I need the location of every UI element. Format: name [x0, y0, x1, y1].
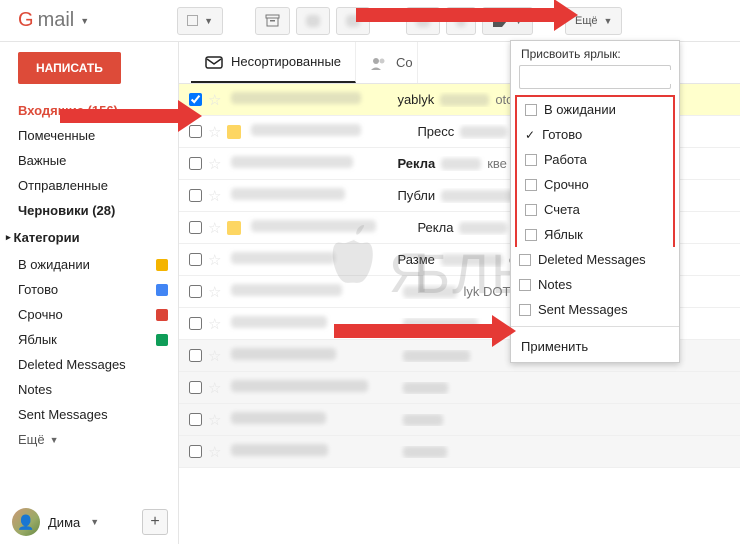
- row-checkbox[interactable]: [189, 445, 202, 458]
- label-swatch: [227, 221, 241, 235]
- menu-title: Присвоить ярлык:: [511, 45, 679, 65]
- star-icon[interactable]: ☆: [208, 91, 221, 109]
- chevron-down-icon[interactable]: ▼: [80, 16, 89, 26]
- check-icon: ✓: [525, 128, 535, 142]
- label-swatch: [156, 284, 168, 296]
- checkbox-icon: [525, 154, 537, 166]
- label-item[interactable]: Sent Messages: [0, 402, 178, 427]
- row-checkbox[interactable]: [189, 157, 202, 170]
- label-option[interactable]: Notes: [511, 272, 679, 297]
- label-swatch: [156, 334, 168, 346]
- star-icon[interactable]: ☆: [208, 251, 221, 269]
- label-item[interactable]: Срочно: [0, 302, 178, 327]
- user-name: Дима: [48, 515, 80, 530]
- categories-header[interactable]: ▸Категории: [0, 223, 178, 252]
- nav-item[interactable]: Черновики (28): [0, 198, 178, 223]
- label-item[interactable]: В ожидании: [0, 252, 178, 277]
- user-row: 👤 Дима ▼ +: [12, 508, 168, 536]
- checkbox-icon: [525, 104, 537, 116]
- people-icon: [370, 56, 388, 70]
- more-labels[interactable]: Ещё▼: [0, 427, 178, 452]
- labels-menu: Присвоить ярлык: В ожидании✓ГотовоРабота…: [510, 40, 680, 363]
- checkbox-icon: [525, 179, 537, 191]
- checkbox-icon: [519, 279, 531, 291]
- label-option[interactable]: ✓Готово: [517, 122, 673, 147]
- label-item[interactable]: Готово: [0, 277, 178, 302]
- label-option[interactable]: Sent Messages: [511, 297, 679, 322]
- label-swatch: [227, 125, 241, 139]
- star-icon[interactable]: ☆: [208, 315, 221, 333]
- label-item[interactable]: Notes: [0, 377, 178, 402]
- star-icon[interactable]: ☆: [208, 187, 221, 205]
- select-all-checkbox[interactable]: ▼: [177, 7, 223, 35]
- chevron-down-icon[interactable]: ▼: [90, 517, 99, 527]
- mail-row[interactable]: ☆: [179, 372, 740, 404]
- star-icon[interactable]: ☆: [208, 379, 221, 397]
- row-checkbox[interactable]: [189, 189, 202, 202]
- star-icon[interactable]: ☆: [208, 123, 221, 141]
- label-item[interactable]: Яблык: [0, 327, 178, 352]
- label-option[interactable]: Яблык: [517, 222, 673, 247]
- label-item[interactable]: Deleted Messages: [0, 352, 178, 377]
- apple-watermark-icon: [330, 225, 384, 289]
- label-search[interactable]: [519, 65, 671, 89]
- nav-item[interactable]: Важные: [0, 148, 178, 173]
- star-icon[interactable]: ☆: [208, 347, 221, 365]
- label-swatch: [156, 309, 168, 321]
- archive-button[interactable]: [255, 7, 290, 35]
- row-checkbox[interactable]: [189, 221, 202, 234]
- tab-social[interactable]: Со: [356, 42, 418, 83]
- label-option[interactable]: Deleted Messages: [511, 247, 679, 272]
- checkbox-icon: [525, 204, 537, 216]
- star-icon[interactable]: ☆: [208, 283, 221, 301]
- blurred-button-1[interactable]: [296, 7, 330, 35]
- tab-primary[interactable]: Несортированные: [191, 42, 356, 83]
- row-checkbox[interactable]: [189, 381, 202, 394]
- star-icon[interactable]: ☆: [208, 155, 221, 173]
- row-checkbox[interactable]: [189, 253, 202, 266]
- nav-item[interactable]: Помеченные: [0, 123, 178, 148]
- checkbox-icon: [519, 254, 531, 266]
- star-icon[interactable]: ☆: [208, 443, 221, 461]
- gmail-logo: Gmail ▼: [18, 9, 89, 32]
- star-icon[interactable]: ☆: [208, 219, 221, 237]
- row-checkbox[interactable]: [189, 285, 202, 298]
- checkbox-icon: [519, 304, 531, 316]
- mail-row[interactable]: ☆: [179, 436, 740, 468]
- checkbox-icon: [525, 229, 537, 241]
- label-option[interactable]: Счета: [517, 197, 673, 222]
- row-checkbox[interactable]: [189, 413, 202, 426]
- nav-item[interactable]: Отправленные: [0, 173, 178, 198]
- row-checkbox[interactable]: [189, 317, 202, 330]
- label-option[interactable]: Работа: [517, 147, 673, 172]
- label-search-input[interactable]: [524, 70, 679, 84]
- apply-label-button[interactable]: Применить: [511, 331, 679, 362]
- mail-row[interactable]: ☆: [179, 404, 740, 436]
- star-icon[interactable]: ☆: [208, 411, 221, 429]
- row-checkbox[interactable]: [189, 349, 202, 362]
- label-option[interactable]: Срочно: [517, 172, 673, 197]
- inbox-icon: [205, 55, 223, 69]
- compose-button[interactable]: НАПИСАТЬ: [18, 52, 121, 84]
- label-swatch: [156, 259, 168, 271]
- add-button[interactable]: +: [142, 509, 168, 535]
- avatar[interactable]: 👤: [12, 508, 40, 536]
- label-option[interactable]: В ожидании: [517, 97, 673, 122]
